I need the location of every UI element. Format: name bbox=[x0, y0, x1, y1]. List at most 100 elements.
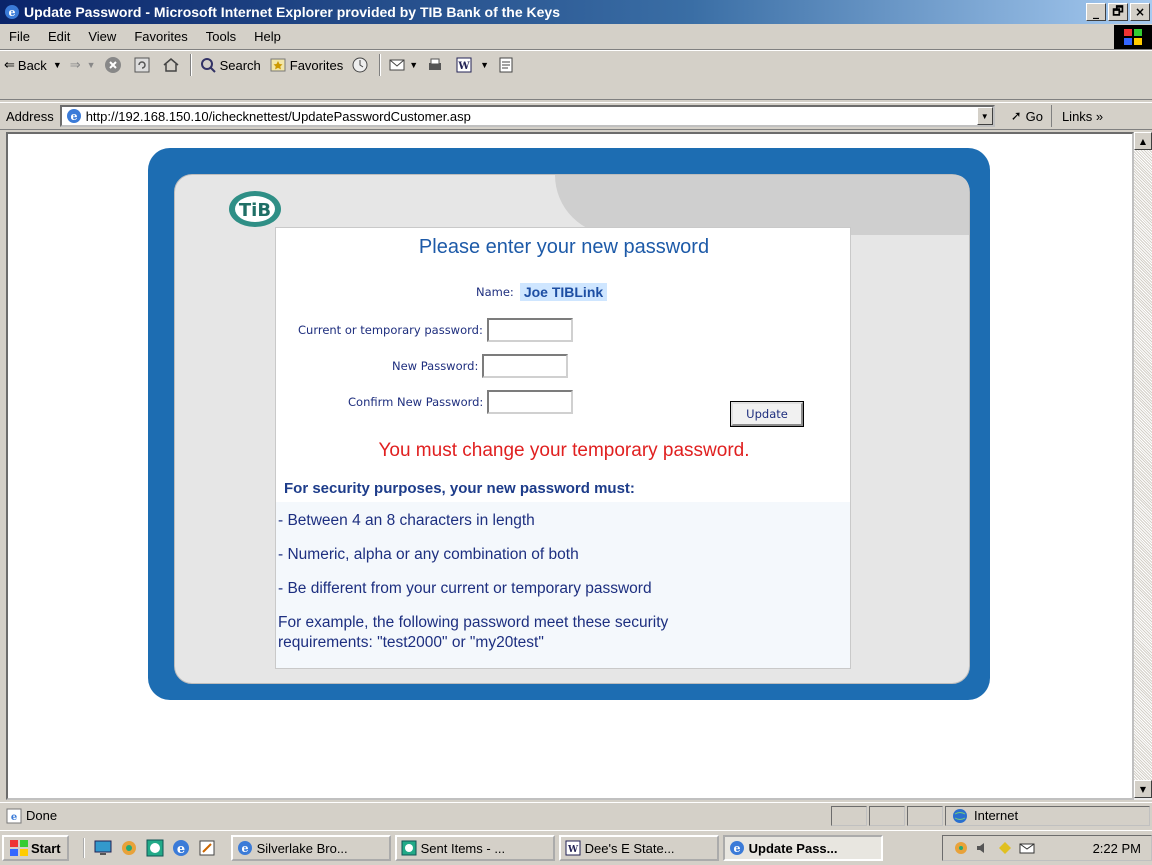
chevron-down-icon: ▼ bbox=[480, 60, 490, 70]
clock[interactable]: 2:22 PM bbox=[1093, 841, 1141, 856]
rule-item: - Numeric, alpha or any combination of b… bbox=[278, 546, 579, 563]
search-label: Search bbox=[219, 57, 261, 73]
mail-button[interactable]: ▼ bbox=[384, 54, 422, 76]
volume-icon[interactable] bbox=[975, 840, 991, 856]
close-button[interactable]: × bbox=[1130, 3, 1150, 21]
favorites-button[interactable]: Favorites bbox=[265, 54, 347, 76]
back-label: Back bbox=[17, 57, 47, 73]
chevron-down-icon: ▼ bbox=[1139, 784, 1147, 794]
ie-icon: e bbox=[237, 841, 252, 855]
svg-text:TiB: TiB bbox=[239, 200, 271, 221]
address-url: http://192.168.150.10/ichecknettest/Upda… bbox=[85, 108, 471, 124]
word-icon: W bbox=[565, 840, 581, 856]
form-title: Please enter your new password bbox=[418, 236, 710, 258]
scroll-track[interactable] bbox=[1134, 150, 1152, 780]
search-button[interactable]: Search bbox=[195, 54, 265, 76]
current-password-row: Current or temporary password: bbox=[298, 318, 573, 342]
taskbar-item-sent-items[interactable]: Sent Items - ... bbox=[394, 835, 555, 861]
vertical-scrollbar[interactable]: ▲ ▼ bbox=[1134, 132, 1152, 800]
ie-page-icon: e bbox=[66, 109, 81, 123]
media-icon[interactable] bbox=[119, 838, 139, 858]
taskbar-item-label: Sent Items - ... bbox=[420, 840, 506, 856]
outlook-icon bbox=[401, 840, 417, 856]
taskbar-item-dees-e-state[interactable]: W Dee's E State... bbox=[558, 835, 719, 861]
discuss-button[interactable] bbox=[493, 54, 522, 76]
links-label: Links » bbox=[1061, 108, 1104, 124]
menu-favorites[interactable]: Favorites bbox=[125, 29, 196, 44]
new-password-row: New Password: bbox=[392, 354, 569, 378]
window-title-bar[interactable]: e Update Password - Microsoft Internet E… bbox=[0, 0, 1152, 24]
scroll-down-button[interactable]: ▼ bbox=[1134, 780, 1152, 798]
network-icon[interactable] bbox=[953, 840, 969, 856]
svg-text:e: e bbox=[11, 812, 17, 823]
password-form: Please enter your new password Name: Joe… bbox=[275, 227, 851, 669]
toolbar-separator bbox=[379, 54, 382, 76]
current-password-input[interactable] bbox=[486, 318, 573, 342]
security-icon[interactable] bbox=[997, 840, 1013, 856]
ie-logo-icon: e bbox=[5, 5, 19, 19]
windows-flag-icon bbox=[10, 840, 28, 856]
envelope-icon[interactable] bbox=[1019, 840, 1035, 856]
chevron-down-icon: ▼ bbox=[86, 60, 96, 70]
clock-icon[interactable] bbox=[145, 838, 165, 858]
name-label: Name: bbox=[476, 285, 514, 299]
start-label: Start bbox=[31, 840, 61, 856]
quick-launch: e bbox=[82, 838, 217, 858]
menu-view[interactable]: View bbox=[79, 29, 125, 44]
menu-tools[interactable]: Tools bbox=[197, 29, 245, 44]
confirm-password-row: Confirm New Password: bbox=[348, 390, 574, 414]
page-panel: TiB Please enter your new password Name:… bbox=[174, 174, 970, 684]
menu-file[interactable]: File bbox=[0, 29, 39, 44]
taskbar-item-silverlake[interactable]: e Silverlake Bro... bbox=[230, 835, 391, 861]
maximize-button[interactable]: 🗗 bbox=[1108, 3, 1128, 21]
menu-help[interactable]: Help bbox=[245, 29, 290, 44]
new-password-label: New Password: bbox=[392, 359, 479, 373]
stop-button[interactable] bbox=[100, 54, 129, 76]
chevron-down-icon: ▼ bbox=[52, 60, 62, 70]
customer-name: Joe TIBLink bbox=[519, 283, 608, 301]
minimize-button[interactable]: _ bbox=[1086, 3, 1106, 21]
history-button[interactable] bbox=[347, 54, 376, 76]
forward-arrow-icon: ⇒ bbox=[69, 57, 81, 72]
back-button[interactable]: ⇐ Back ▼ bbox=[0, 54, 66, 76]
confirm-password-input[interactable] bbox=[487, 390, 574, 414]
chevron-up-icon: ▲ bbox=[1139, 136, 1147, 146]
stop-icon bbox=[104, 57, 121, 73]
print-icon bbox=[429, 58, 442, 70]
globe-icon bbox=[953, 808, 967, 823]
taskbar-item-label: Dee's E State... bbox=[584, 840, 675, 856]
start-button[interactable]: Start bbox=[2, 835, 69, 861]
update-button[interactable]: Update bbox=[730, 401, 804, 427]
edit-button[interactable]: W ▼ bbox=[451, 54, 493, 76]
go-button[interactable]: ➚ Go bbox=[1003, 108, 1051, 124]
address-input[interactable]: e http://192.168.150.10/ichecknettest/Up… bbox=[59, 105, 995, 127]
home-button[interactable] bbox=[158, 54, 187, 76]
new-password-input[interactable] bbox=[482, 354, 569, 378]
menu-edit[interactable]: Edit bbox=[39, 29, 79, 44]
svg-text:W: W bbox=[458, 61, 471, 72]
status-text-area: e Done bbox=[0, 808, 831, 824]
print-button[interactable] bbox=[422, 54, 451, 76]
links-button[interactable]: Links » bbox=[1050, 105, 1104, 127]
page-panel-frame: TiB Please enter your new password Name:… bbox=[148, 148, 990, 700]
status-bar: e Done Internet bbox=[0, 802, 1152, 828]
scroll-up-button[interactable]: ▲ bbox=[1134, 132, 1152, 150]
refresh-button[interactable] bbox=[129, 54, 158, 76]
edit-icon[interactable] bbox=[197, 838, 217, 858]
windows-flag-icon bbox=[1114, 25, 1152, 49]
example-line-1: For example, the following password meet… bbox=[278, 614, 669, 631]
temporary-password-warning: You must change your temporary password. bbox=[378, 440, 750, 461]
desktop-icon[interactable] bbox=[93, 838, 113, 858]
status-pane bbox=[907, 805, 943, 826]
discuss-icon bbox=[499, 57, 513, 73]
taskbar-item-label: Update Pass... bbox=[748, 840, 838, 856]
ie-icon[interactable]: e bbox=[171, 838, 191, 858]
taskbar-item-update-password[interactable]: e Update Pass... bbox=[722, 835, 883, 861]
browser-content: TiB Please enter your new password Name:… bbox=[6, 132, 1134, 800]
confirm-password-label: Confirm New Password: bbox=[348, 395, 484, 409]
forward-button[interactable]: ⇒ ▼ bbox=[66, 54, 100, 76]
address-dropdown-button[interactable]: ▼ bbox=[976, 107, 993, 125]
chevron-down-icon: ▼ bbox=[980, 111, 989, 121]
svg-text:e: e bbox=[70, 110, 77, 123]
example-line-2: requirements: "test2000" or "my20test" bbox=[278, 634, 544, 651]
